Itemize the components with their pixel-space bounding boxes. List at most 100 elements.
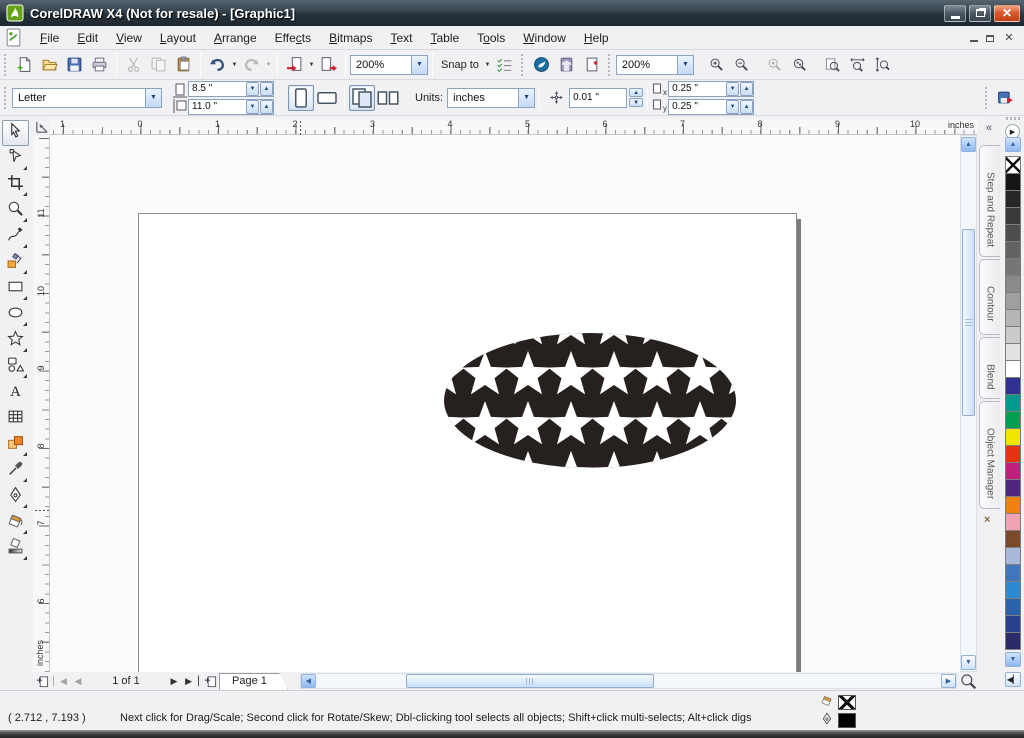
- text-tool[interactable]: A: [2, 380, 29, 406]
- menu-file[interactable]: File: [31, 27, 68, 49]
- docker-close-button[interactable]: ×: [984, 514, 990, 526]
- color-swatch-none[interactable]: [1005, 156, 1021, 174]
- toolbar-grip[interactable]: [607, 54, 612, 76]
- options-icon[interactable]: [492, 53, 517, 77]
- doc-restore-button[interactable]: [986, 29, 994, 47]
- palette-scroll-down-icon[interactable]: ▼: [1005, 652, 1021, 667]
- vertical-ruler[interactable]: 11109876inches: [33, 135, 50, 672]
- scroll-left-icon[interactable]: ◀: [301, 674, 316, 688]
- pick-tool[interactable]: [2, 120, 29, 146]
- save-defaults-icon[interactable]: [993, 86, 1018, 110]
- palette-expand-icon[interactable]: ◀▏: [1005, 672, 1021, 687]
- minimize-button[interactable]: [944, 5, 966, 22]
- outline-tool[interactable]: [2, 484, 29, 510]
- menu-layout[interactable]: Layout: [151, 27, 205, 49]
- toolbar-grip[interactable]: [520, 54, 525, 76]
- spin-up-icon[interactable]: ▲: [260, 100, 273, 114]
- color-swatch[interactable]: [1005, 463, 1021, 480]
- paper-width-field[interactable]: 8.5 " ▼ ▲: [188, 81, 274, 97]
- menu-table[interactable]: Table: [421, 27, 468, 49]
- color-swatch[interactable]: [1005, 310, 1021, 327]
- eyedropper-tool[interactable]: [2, 458, 29, 484]
- polygon-tool[interactable]: [2, 328, 29, 354]
- color-swatch[interactable]: [1005, 191, 1021, 208]
- fill-tool[interactable]: [2, 510, 29, 536]
- color-swatch[interactable]: [1005, 446, 1021, 463]
- color-swatch[interactable]: [1005, 378, 1021, 395]
- snap-to-dropdown-icon[interactable]: ▼: [483, 54, 492, 76]
- ruler-origin-icon[interactable]: [34, 119, 50, 135]
- color-swatch[interactable]: [1005, 208, 1021, 225]
- fill-color-swatch[interactable]: [838, 695, 856, 710]
- docker-tab-blend[interactable]: Blend: [979, 337, 1000, 399]
- zoom-tool[interactable]: [2, 198, 29, 224]
- add-page-icon-2[interactable]: [201, 674, 219, 689]
- undo-icon[interactable]: [205, 53, 230, 77]
- duplicate-y-field[interactable]: 0.25 " ▼ ▲: [668, 99, 754, 115]
- zoom-level-combo[interactable]: 200% ▼: [350, 55, 428, 75]
- spin-up-icon[interactable]: ▲: [629, 88, 643, 97]
- zoom-to-page-icon[interactable]: [820, 53, 845, 77]
- scroll-up-icon[interactable]: ▲: [961, 137, 976, 152]
- ellipse-tool[interactable]: [2, 302, 29, 328]
- spin-down-icon[interactable]: ▼: [726, 100, 739, 114]
- export-icon[interactable]: [316, 53, 341, 77]
- doc-minimize-button[interactable]: [970, 29, 978, 47]
- new-document-icon[interactable]: [12, 53, 37, 77]
- menu-arrange[interactable]: Arrange: [205, 27, 266, 49]
- add-page-icon[interactable]: [33, 674, 51, 689]
- paper-type-combo[interactable]: Letter ▼: [12, 88, 162, 108]
- spin-down-icon[interactable]: ▼: [246, 100, 259, 114]
- doc-close-button[interactable]: ✕: [1002, 31, 1016, 44]
- restore-button[interactable]: [969, 5, 991, 22]
- toolbar-grip[interactable]: [984, 87, 989, 109]
- spin-down-icon[interactable]: ▼: [246, 82, 259, 96]
- color-swatch[interactable]: [1005, 395, 1021, 412]
- navigator-icon[interactable]: [959, 673, 977, 689]
- zoom-in-icon[interactable]: [704, 53, 729, 77]
- color-swatch[interactable]: [1005, 480, 1021, 497]
- application-launcher-icon[interactable]: [529, 53, 554, 77]
- palette-scroll-up-icon[interactable]: ▲: [1005, 137, 1021, 152]
- next-page-icon[interactable]: ▶: [165, 674, 183, 689]
- color-swatch[interactable]: [1005, 344, 1021, 361]
- open-icon[interactable]: [37, 53, 62, 77]
- page-tab[interactable]: Page 1: [219, 673, 288, 690]
- spin-up-icon[interactable]: ▲: [260, 82, 273, 96]
- nudge-offset-field[interactable]: 0.01 ": [569, 88, 627, 108]
- color-swatch[interactable]: [1005, 633, 1021, 650]
- menu-view[interactable]: View: [107, 27, 151, 49]
- import-workspace-icon[interactable]: [579, 53, 604, 77]
- toolbar-grip[interactable]: [3, 54, 8, 76]
- color-swatch[interactable]: [1005, 497, 1021, 514]
- chevron-down-icon[interactable]: ▼: [411, 56, 427, 74]
- horizontal-ruler[interactable]: 1012345678910inches: [50, 119, 978, 135]
- color-swatch[interactable]: [1005, 531, 1021, 548]
- zoom-all-objects-icon[interactable]: [787, 53, 812, 77]
- color-swatch[interactable]: [1005, 514, 1021, 531]
- close-button[interactable]: ✕: [994, 5, 1020, 22]
- landscape-icon[interactable]: [314, 85, 340, 111]
- docker-tab-object-manager[interactable]: Object Manager: [979, 401, 1000, 509]
- zoom-page-width-icon[interactable]: [845, 53, 870, 77]
- color-swatch[interactable]: [1005, 599, 1021, 616]
- portrait-icon[interactable]: [288, 85, 314, 111]
- shape-tool[interactable]: [2, 146, 29, 172]
- zoom-page-height-icon[interactable]: [870, 53, 895, 77]
- snap-to-button[interactable]: Snap to: [437, 59, 483, 71]
- scroll-right-icon[interactable]: ▶: [941, 674, 956, 688]
- redo-icon[interactable]: [239, 53, 264, 77]
- menu-effects[interactable]: Effects: [266, 27, 320, 49]
- color-swatch[interactable]: [1005, 327, 1021, 344]
- interactive-fill-tool[interactable]: [2, 536, 29, 562]
- redo-dropdown-icon[interactable]: ▼: [264, 54, 273, 76]
- color-swatch[interactable]: [1005, 429, 1021, 446]
- import-dropdown-icon[interactable]: ▼: [307, 54, 316, 76]
- chevron-down-icon[interactable]: ▼: [518, 89, 534, 107]
- chevron-down-icon[interactable]: ▼: [677, 56, 693, 74]
- blend-tool[interactable]: [2, 432, 29, 458]
- color-swatch[interactable]: [1005, 565, 1021, 582]
- save-icon[interactable]: [62, 53, 87, 77]
- vertical-scroll-thumb[interactable]: [962, 229, 975, 416]
- chevron-down-icon[interactable]: ▼: [145, 89, 161, 107]
